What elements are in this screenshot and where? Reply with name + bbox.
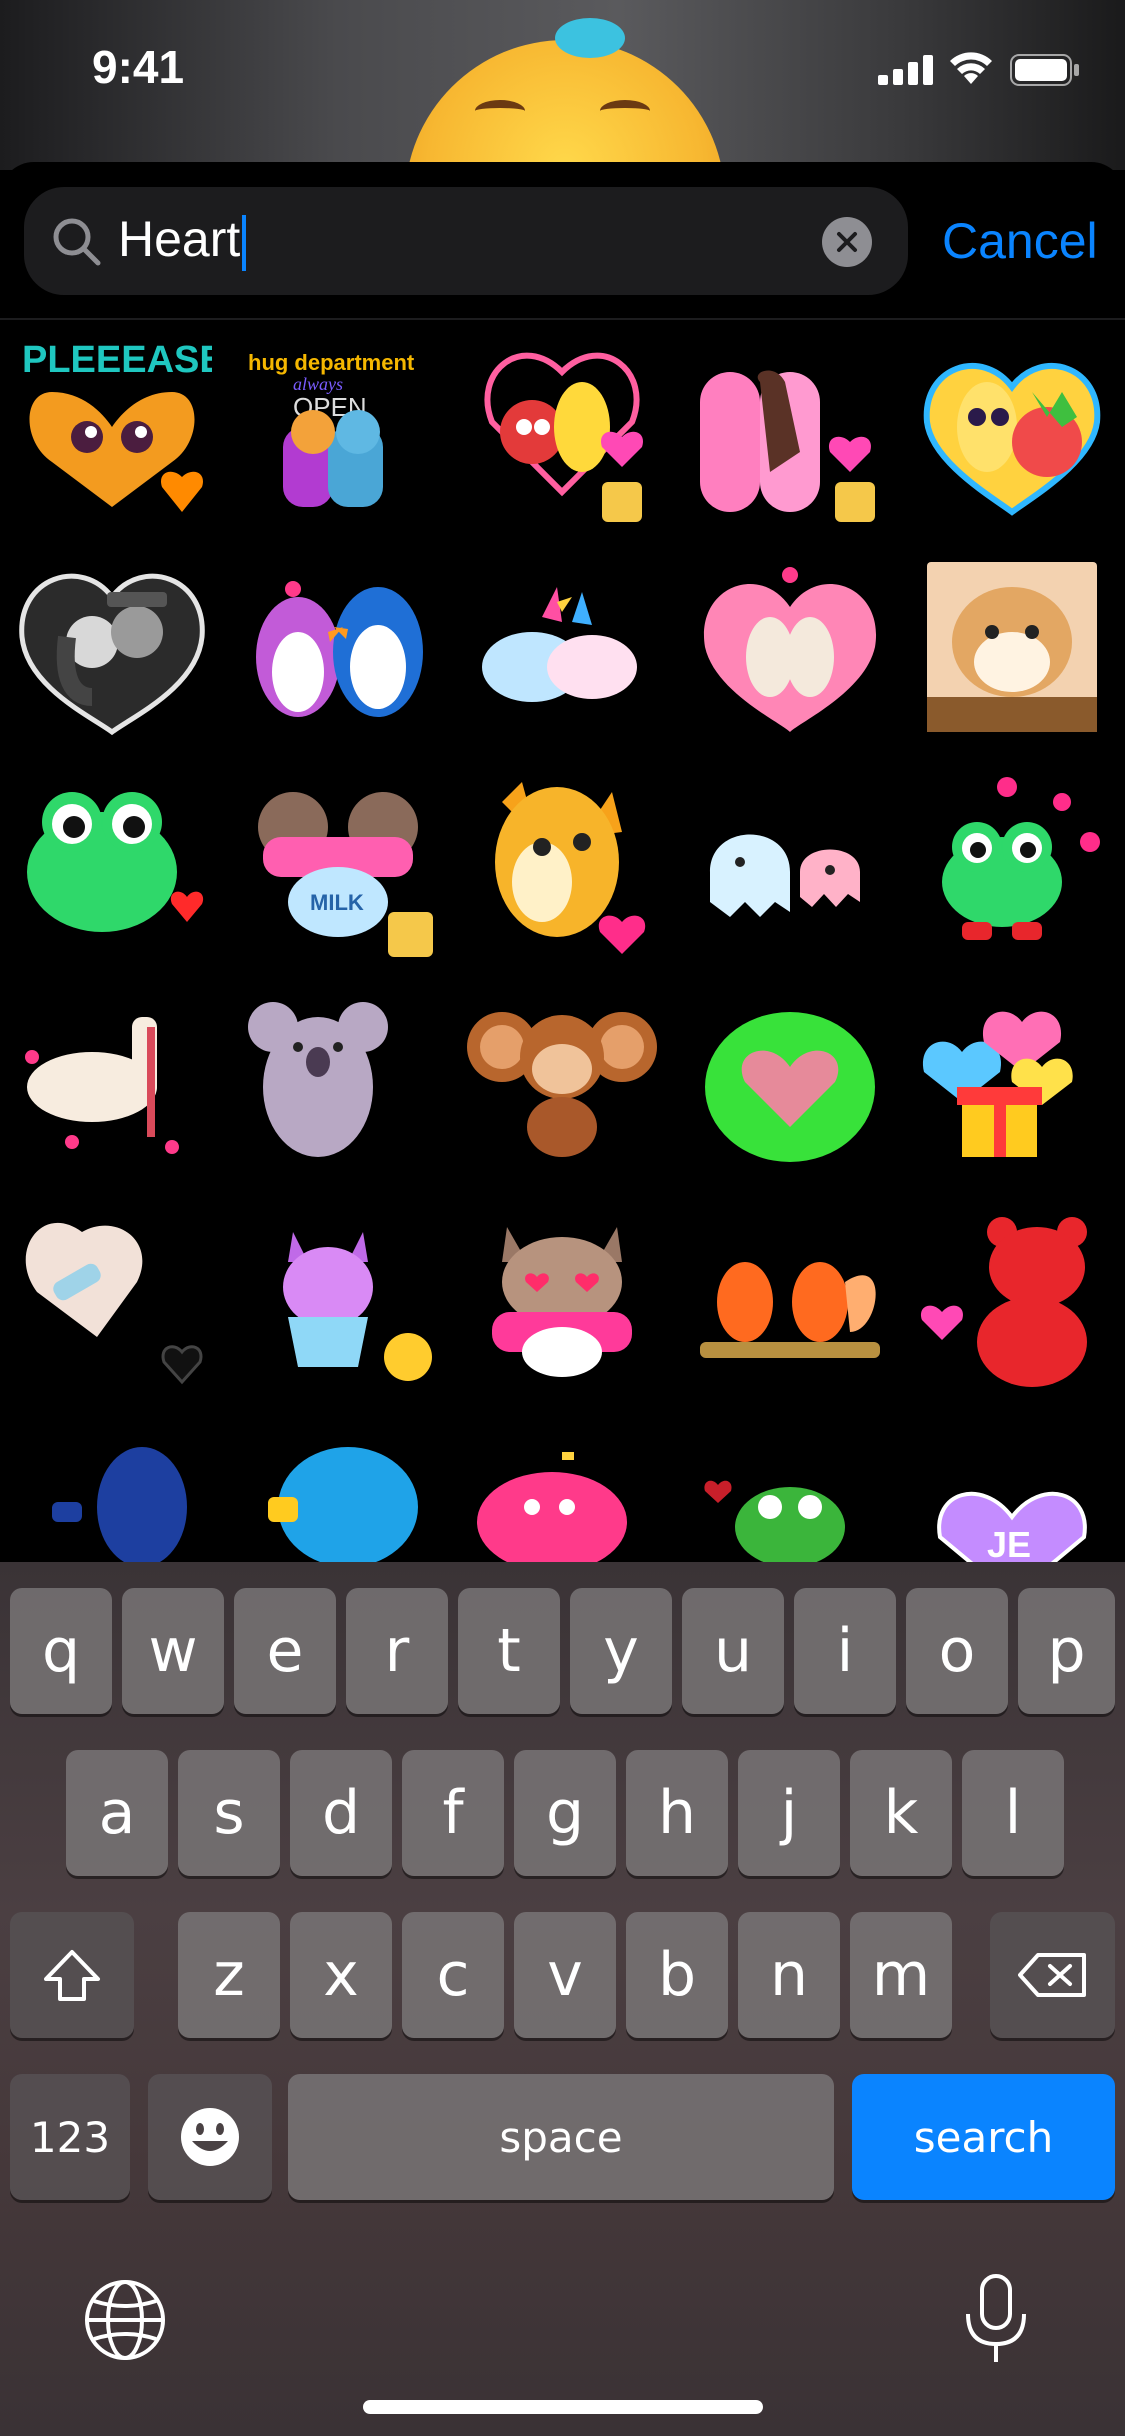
sticker-koala[interactable] — [238, 977, 438, 1177]
status-bar: 9:41 — [0, 0, 1125, 140]
sticker-ghosts-kiss[interactable] — [690, 762, 890, 962]
sticker-frog-partial[interactable] — [690, 1407, 890, 1562]
key-k[interactable]: k — [850, 1750, 952, 1876]
microphone-icon[interactable] — [960, 2272, 1032, 2368]
search-row: Heart Cancel — [0, 162, 1125, 320]
cellular-signal-icon — [878, 55, 933, 85]
key-j[interactable]: j — [738, 1750, 840, 1876]
battery-icon — [1010, 54, 1079, 86]
sticker-noir-couple-heart[interactable] — [12, 547, 212, 747]
sticker-blue-monster-partial[interactable] — [238, 1407, 438, 1562]
sticker-unicorns-love[interactable] — [462, 547, 662, 747]
numbers-key[interactable]: 123 — [10, 2074, 130, 2200]
cancel-button[interactable]: Cancel — [942, 212, 1098, 270]
sticker-cat-cupcake[interactable] — [238, 1192, 438, 1392]
key-g[interactable]: g — [514, 1750, 616, 1876]
shift-icon — [44, 1950, 100, 2001]
key-b[interactable]: b — [626, 1912, 728, 2038]
key-u[interactable]: u — [682, 1588, 784, 1714]
sticker-hug-department[interactable]: hug department always OPEN — [238, 332, 438, 532]
emoji-key[interactable] — [148, 2074, 272, 2200]
sticker-llama-hearts[interactable] — [12, 977, 212, 1177]
close-icon — [837, 232, 857, 252]
key-v[interactable]: v — [514, 1912, 616, 2038]
wifi-icon — [950, 52, 992, 84]
sticker-blue-partial[interactable] — [12, 1407, 212, 1562]
key-t[interactable]: t — [458, 1588, 560, 1714]
key-n[interactable]: n — [738, 1912, 840, 2038]
sticker-banana-strawberry-heart[interactable] — [912, 332, 1112, 532]
search-icon — [53, 218, 101, 266]
key-y[interactable]: y — [570, 1588, 672, 1714]
sticker-shiba-dog[interactable] — [912, 547, 1112, 747]
svg-text:hug department: hug department — [248, 350, 415, 375]
sticker-hearts-gift[interactable] — [912, 977, 1112, 1177]
sticker-green-frog-heart[interactable] — [12, 762, 212, 962]
text-cursor — [242, 214, 247, 271]
clear-search-button[interactable] — [822, 217, 872, 267]
sticker-cats-milk[interactable]: MILK — [238, 762, 438, 962]
key-z[interactable]: z — [178, 1912, 280, 2038]
sticker-fruit-couple-swing[interactable] — [462, 332, 662, 532]
delete-key[interactable] — [990, 1912, 1115, 2038]
sticker-broken-heart-bandage[interactable] — [12, 1192, 212, 1392]
key-p[interactable]: p — [1018, 1588, 1115, 1714]
shift-key[interactable] — [10, 1912, 134, 2038]
svg-text:PLEEEASE: PLEEEASE — [22, 339, 212, 381]
keyboard: q w e r t y u i o p a s d f g h j k l z … — [0, 1562, 1125, 2436]
search-key[interactable]: search — [852, 2074, 1115, 2200]
sticker-pink-creature-partial[interactable] — [462, 1407, 662, 1562]
sticker-pleease-heart[interactable]: PLEEEASE — [12, 332, 212, 532]
key-s[interactable]: s — [178, 1750, 280, 1876]
home-indicator — [363, 2400, 763, 2414]
sticker-search-sheet: Heart Cancel PLEEEASE hug department alw… — [0, 162, 1125, 1562]
key-c[interactable]: c — [402, 1912, 504, 2038]
status-time: 9:41 — [92, 41, 185, 93]
space-key[interactable]: space — [288, 2074, 834, 2200]
key-e[interactable]: e — [234, 1588, 336, 1714]
key-l[interactable]: l — [962, 1750, 1064, 1876]
search-input[interactable]: Heart — [118, 209, 247, 271]
key-f[interactable]: f — [402, 1750, 504, 1876]
key-x[interactable]: x — [290, 1912, 392, 2038]
sticker-cat-heart-eyes[interactable] — [462, 1192, 662, 1392]
key-a[interactable]: a — [66, 1750, 168, 1876]
sticker-pink-chocolate-hug[interactable] — [690, 332, 890, 532]
key-q[interactable]: q — [10, 1588, 112, 1714]
sticker-red-bear-heart[interactable] — [912, 1192, 1112, 1392]
key-m[interactable]: m — [850, 1912, 952, 2038]
globe-icon[interactable] — [82, 2277, 168, 2363]
svg-text:always: always — [293, 374, 343, 394]
sticker-squirrels-branch[interactable] — [690, 1192, 890, 1392]
key-r[interactable]: r — [346, 1588, 448, 1714]
sticker-purple-heart-partial[interactable]: JE — [912, 1407, 1112, 1562]
backspace-icon — [1017, 1953, 1086, 1997]
key-i[interactable]: i — [794, 1588, 896, 1714]
key-o[interactable]: o — [906, 1588, 1008, 1714]
sticker-penguins-kiss[interactable] — [238, 547, 438, 747]
key-w[interactable]: w — [122, 1588, 224, 1714]
svg-text:MILK: MILK — [310, 890, 364, 915]
sticker-green-heart-hands[interactable] — [690, 977, 890, 1177]
emoji-icon — [181, 2108, 239, 2166]
sticker-fox-heart[interactable] — [462, 762, 662, 962]
sticker-frog-hearts[interactable] — [912, 762, 1112, 962]
search-field[interactable]: Heart — [24, 187, 908, 295]
svg-text:JE: JE — [987, 1524, 1031, 1562]
key-d[interactable]: d — [290, 1750, 392, 1876]
sticker-monkey[interactable] — [462, 977, 662, 1177]
key-h[interactable]: h — [626, 1750, 728, 1876]
sticker-alpacas-heart[interactable] — [690, 547, 890, 747]
